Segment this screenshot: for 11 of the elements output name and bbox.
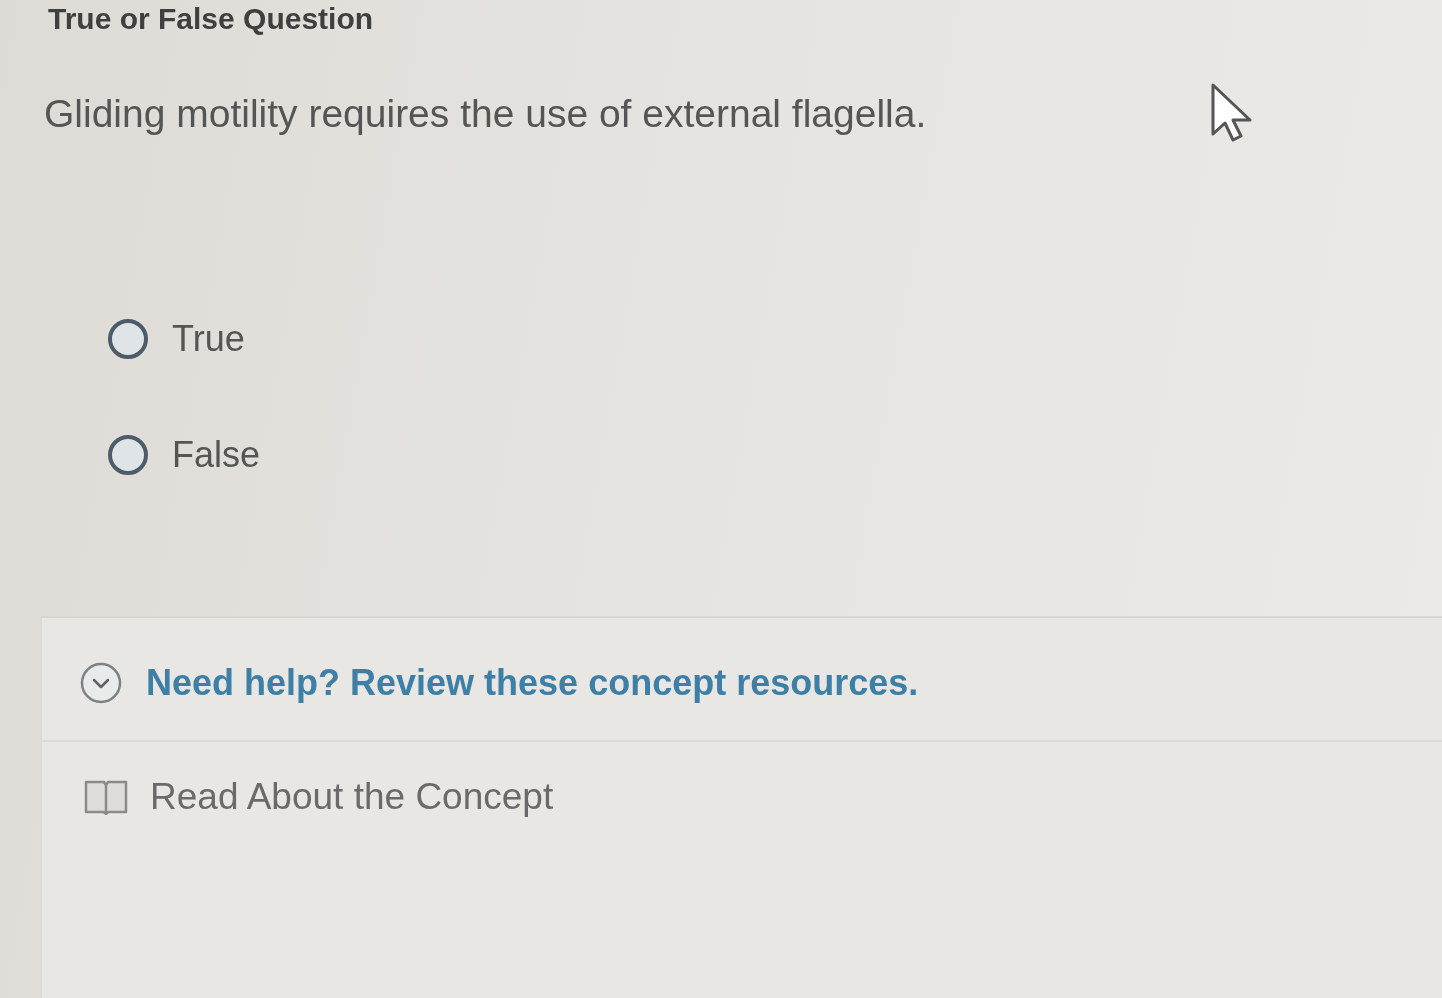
radio-button[interactable] xyxy=(108,319,148,359)
page-title: True or False Question xyxy=(48,2,374,36)
chevron-down-icon[interactable] xyxy=(80,662,122,704)
option-label[interactable]: True xyxy=(172,318,245,360)
book-icon xyxy=(84,779,128,815)
help-toggle[interactable]: Need help? Review these concept resources. xyxy=(146,662,919,704)
question-text: Gliding motility requires the use of external flagella. xyxy=(44,92,927,136)
pointer-icon xyxy=(1210,82,1254,144)
option-label[interactable]: False xyxy=(172,434,261,476)
concept-link[interactable]: Read About the Concept xyxy=(150,776,554,818)
radio-button[interactable] xyxy=(108,435,148,475)
